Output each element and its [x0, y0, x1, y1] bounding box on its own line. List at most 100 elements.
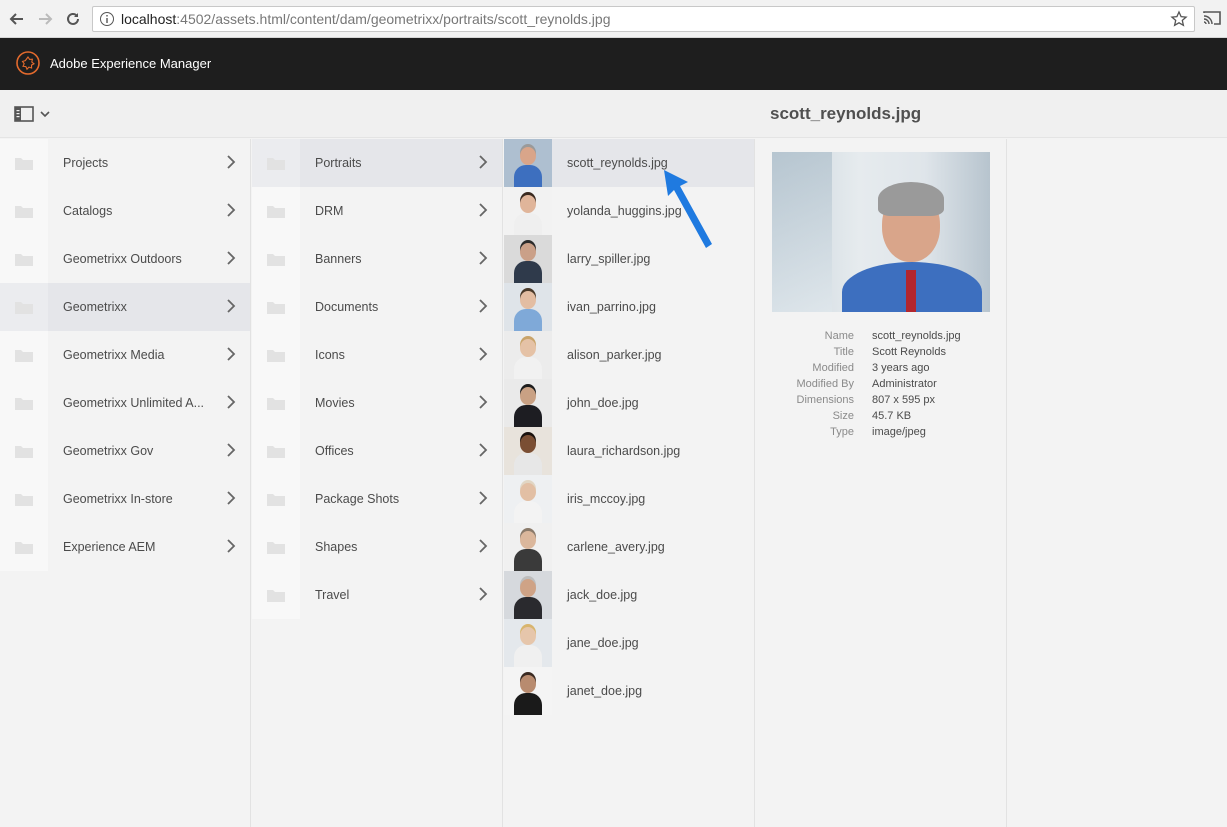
folder-label: Banners [315, 252, 362, 266]
column-geometrixx: Portraits DRM Banners Documents Icons Movies O… [252, 139, 503, 827]
metadata-key: Modified By [796, 378, 854, 390]
aem-logo-icon[interactable] [16, 51, 40, 75]
chevron-right-icon [479, 203, 488, 217]
folder-thumbnail [252, 523, 300, 571]
chevron-right-icon [227, 251, 236, 265]
folder-label: Geometrixx Unlimited A... [63, 396, 205, 410]
folder-row[interactable]: Shapes [252, 523, 502, 571]
folder-row[interactable]: Documents [252, 283, 502, 331]
chevron-right-icon [479, 539, 488, 553]
asset-thumbnail [504, 139, 552, 187]
asset-row[interactable]: iris_mccoy.jpg [504, 475, 754, 523]
metadata-key: Dimensions [796, 394, 854, 406]
folder-row[interactable]: Geometrixx Gov [0, 427, 250, 475]
folder-icon [15, 397, 33, 410]
cast-icon[interactable] [1203, 10, 1221, 26]
asset-row[interactable]: ivan_parrino.jpg [504, 283, 754, 331]
address-bar[interactable]: localhost:4502/assets.html/content/dam/g… [92, 6, 1195, 32]
asset-thumbnail [504, 475, 552, 523]
asset-row[interactable]: janet_doe.jpg [504, 667, 754, 715]
asset-row[interactable]: alison_parker.jpg [504, 331, 754, 379]
folder-icon [15, 253, 33, 266]
folder-thumbnail [252, 427, 300, 475]
folder-thumbnail [252, 139, 300, 187]
app-title[interactable]: Adobe Experience Manager [50, 56, 211, 71]
folder-row[interactable]: Movies [252, 379, 502, 427]
folder-thumbnail [0, 331, 48, 379]
asset-row[interactable]: carlene_avery.jpg [504, 523, 754, 571]
asset-row[interactable]: yolanda_huggins.jpg [504, 187, 754, 235]
folder-row[interactable]: Offices [252, 427, 502, 475]
asset-label: john_doe.jpg [567, 396, 639, 410]
metadata-value: 807 x 595 px [872, 394, 935, 406]
chevron-right-icon [479, 299, 488, 313]
folder-row[interactable]: Travel [252, 571, 502, 619]
arrow-right-icon [39, 13, 53, 25]
folder-icon [267, 157, 285, 170]
metadata-value: image/jpeg [872, 426, 926, 438]
folder-row[interactable]: Banners [252, 235, 502, 283]
url-host: localhost [121, 11, 177, 27]
asset-row[interactable]: john_doe.jpg [504, 379, 754, 427]
rail-toggle-button[interactable] [14, 106, 50, 122]
folder-row[interactable]: Geometrixx In-store [0, 475, 250, 523]
asset-row[interactable]: larry_spiller.jpg [504, 235, 754, 283]
chevron-right-icon [227, 443, 236, 457]
metadata-key: Size [832, 410, 854, 422]
folder-row[interactable]: Package Shots [252, 475, 502, 523]
folder-label: Geometrixx Gov [63, 444, 154, 458]
folder-row[interactable]: Geometrixx [0, 283, 250, 331]
chevron-right-icon [227, 395, 236, 409]
arrow-left-icon [9, 13, 23, 25]
chevron-right-icon [227, 347, 236, 361]
folder-icon [267, 445, 285, 458]
folder-label: Catalogs [63, 204, 113, 218]
folder-row[interactable]: Icons [252, 331, 502, 379]
column-root: Projects Catalogs Geometrixx Outdoors Geome… [0, 139, 251, 827]
asset-row[interactable]: scott_reynolds.jpg [504, 139, 754, 187]
asset-thumbnail [504, 667, 552, 715]
folder-row[interactable]: Geometrixx Media [0, 331, 250, 379]
metadata-row: Modified 3 years ago [756, 360, 1007, 376]
asset-thumbnail [504, 571, 552, 619]
folder-label: Travel [315, 588, 350, 602]
chevron-right-icon [479, 395, 488, 409]
asset-thumbnail [504, 619, 552, 667]
chevron-right-icon [479, 443, 488, 457]
folder-icon [15, 541, 33, 554]
folder-icon [15, 349, 33, 362]
back-button[interactable] [6, 8, 28, 30]
chevron-right-icon [479, 155, 488, 169]
reload-button[interactable] [62, 8, 84, 30]
folder-row[interactable]: Catalogs [0, 187, 250, 235]
folder-row[interactable]: Geometrixx Outdoors [0, 235, 250, 283]
chevron-right-icon [479, 347, 488, 361]
asset-thumbnail [504, 379, 552, 427]
asset-label: janet_doe.jpg [567, 684, 643, 698]
folder-icon [267, 541, 285, 554]
asset-row[interactable]: laura_richardson.jpg [504, 427, 754, 475]
asset-row[interactable]: jane_doe.jpg [504, 619, 754, 667]
forward-button[interactable] [34, 8, 56, 30]
pointer-arrow-icon [664, 170, 712, 248]
asset-label: alison_parker.jpg [567, 348, 662, 362]
asset-preview-image [772, 152, 990, 312]
chevron-right-icon [227, 155, 236, 169]
folder-row[interactable]: DRM [252, 187, 502, 235]
folder-thumbnail [0, 283, 48, 331]
metadata-key: Name [824, 330, 854, 342]
asset-label: iris_mccoy.jpg [567, 492, 646, 506]
asset-label: ivan_parrino.jpg [567, 300, 656, 314]
asset-row[interactable]: jack_doe.jpg [504, 571, 754, 619]
action-bar: scott_reynolds.jpg [0, 90, 1227, 138]
metadata-value: 3 years ago [872, 362, 930, 374]
folder-thumbnail [0, 379, 48, 427]
url-path: :4502/assets.html/content/dam/geometrixx… [176, 11, 611, 27]
folder-row[interactable]: Projects [0, 139, 250, 187]
bookmark-star-icon[interactable] [1170, 10, 1188, 28]
folder-icon [15, 493, 33, 506]
folder-icon [267, 301, 285, 314]
folder-row[interactable]: Portraits [252, 139, 502, 187]
folder-row[interactable]: Geometrixx Unlimited A... [0, 379, 250, 427]
folder-row[interactable]: Experience AEM [0, 523, 250, 571]
